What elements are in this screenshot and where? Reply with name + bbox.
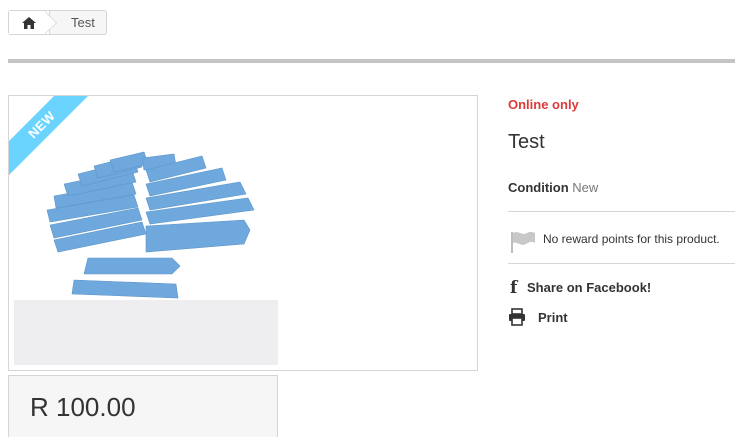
online-only-label: Online only: [508, 97, 579, 112]
price-box: R 100.00: [8, 375, 278, 437]
breadcrumb-separator-inner: [44, 11, 56, 34]
product-image-frame[interactable]: NEW: [8, 95, 478, 371]
divider: [508, 263, 735, 264]
share-facebook-label: Share on Facebook!: [527, 280, 652, 295]
condition-value: New: [572, 180, 599, 195]
breadcrumb: Test: [8, 10, 107, 35]
product-title: Test: [508, 131, 545, 153]
flag-icon: [511, 231, 535, 253]
print-label: Print: [538, 310, 568, 325]
new-badge: NEW: [9, 96, 99, 186]
header-divider: [8, 59, 735, 63]
new-badge-label: NEW: [9, 96, 99, 183]
product-price: R 100.00: [30, 392, 136, 422]
condition-label: Condition: [508, 180, 569, 195]
breadcrumb-current[interactable]: Test: [71, 15, 95, 30]
reward-points-text: No reward points for this product.: [543, 232, 720, 246]
product-condition: Condition New: [508, 180, 598, 195]
divider: [508, 211, 735, 212]
facebook-icon: f: [510, 278, 518, 298]
print-icon: [509, 308, 525, 326]
home-icon: [22, 16, 36, 29]
